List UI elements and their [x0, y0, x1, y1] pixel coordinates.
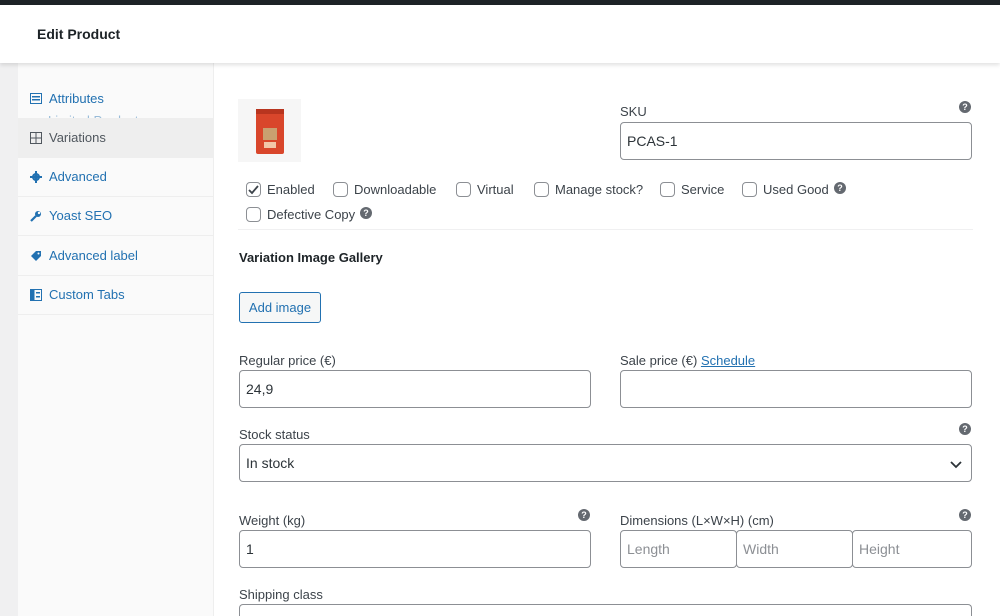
- gallery-label: Variation Image Gallery: [239, 250, 383, 265]
- stock-status-help-icon[interactable]: ?: [959, 423, 971, 435]
- width-input[interactable]: Width: [736, 530, 853, 568]
- defective-copy-checkbox[interactable]: Defective Copy: [246, 207, 355, 222]
- dimensions-label: Dimensions (L×W×H) (cm): [620, 513, 774, 528]
- stock-status-value: In stock: [246, 455, 295, 471]
- weight-input[interactable]: 1: [239, 530, 591, 568]
- sidebar-item-label: Yoast SEO: [49, 208, 113, 223]
- checkbox-label: Used Good: [763, 182, 829, 197]
- used-good-help-icon[interactable]: ?: [834, 182, 846, 194]
- checkbox-label: Enabled: [267, 182, 315, 197]
- service-checkbox[interactable]: Service: [660, 182, 724, 197]
- downloadable-checkbox[interactable]: Downloadable: [333, 182, 436, 197]
- sale-price-text: Sale price (€): [620, 353, 698, 368]
- manage-stock-checkbox[interactable]: Manage stock?: [534, 182, 643, 197]
- section-divider: [238, 229, 973, 230]
- stock-status-label: Stock status: [239, 427, 310, 442]
- product-bag-image: [255, 108, 284, 154]
- sale-price-label: Sale price (€) Schedule: [620, 353, 755, 368]
- grid-icon: [29, 131, 42, 144]
- weight-label: Weight (kg): [239, 513, 306, 528]
- length-input[interactable]: Length: [620, 530, 737, 568]
- sidebar-item-advanced[interactable]: Advanced: [18, 157, 213, 197]
- regular-price-label: Regular price (€): [239, 353, 336, 368]
- gear-icon: [29, 170, 42, 183]
- sidebar-item-label: Advanced: [49, 169, 107, 184]
- dimensions-help-icon[interactable]: ?: [959, 509, 971, 521]
- regular-price-input[interactable]: 24,9: [239, 370, 591, 408]
- wrench-icon: [29, 209, 42, 222]
- sidebar-item-yoast-seo[interactable]: Yoast SEO: [18, 196, 213, 236]
- shipping-class-select[interactable]: [239, 604, 972, 616]
- checkbox-label: Manage stock?: [555, 182, 644, 197]
- list-icon: [29, 92, 42, 105]
- checkbox-label: Defective Copy: [267, 207, 356, 222]
- tabs-icon: [29, 288, 42, 301]
- add-image-button[interactable]: Add image: [239, 292, 321, 323]
- variation-image[interactable]: [238, 99, 301, 162]
- page-title: Edit Product: [37, 26, 121, 42]
- checkbox-label: Virtual: [477, 182, 514, 197]
- sku-help-icon[interactable]: ?: [959, 101, 971, 113]
- sku-input[interactable]: PCAS-1: [620, 122, 972, 160]
- checkbox-label: Downloadable: [354, 182, 437, 197]
- sku-label: SKU: [620, 104, 647, 119]
- chevron-down-icon: [949, 457, 963, 471]
- check-icon: [246, 182, 261, 197]
- tag-icon: [29, 249, 42, 262]
- sidebar-item-label: Advanced label: [49, 248, 138, 263]
- sidebar-item-label: Custom Tabs: [49, 287, 125, 302]
- sidebar-item-label: Variations: [49, 130, 106, 145]
- used-good-checkbox[interactable]: Used Good: [742, 182, 829, 197]
- schedule-link[interactable]: Schedule: [701, 353, 755, 368]
- enabled-checkbox[interactable]: Enabled: [246, 182, 315, 197]
- weight-help-icon[interactable]: ?: [578, 509, 590, 521]
- height-input[interactable]: Height: [852, 530, 972, 568]
- sidebar-item-attributes[interactable]: Attributes: [18, 79, 213, 119]
- defective-copy-help-icon[interactable]: ?: [360, 207, 372, 219]
- shipping-class-label: Shipping class: [239, 587, 323, 602]
- sidebar-item-label: Attributes: [49, 91, 104, 106]
- page-header: Edit Product: [0, 5, 1000, 63]
- sidebar-item-custom-tabs[interactable]: Custom Tabs: [18, 275, 213, 315]
- virtual-checkbox[interactable]: Virtual: [456, 182, 514, 197]
- sidebar-item-advanced-label[interactable]: Advanced label: [18, 236, 213, 276]
- sidebar-item-variations[interactable]: Variations: [18, 118, 213, 158]
- checkbox-label: Service: [681, 182, 725, 197]
- stock-status-select[interactable]: In stock: [239, 444, 972, 482]
- sale-price-input[interactable]: [620, 370, 972, 408]
